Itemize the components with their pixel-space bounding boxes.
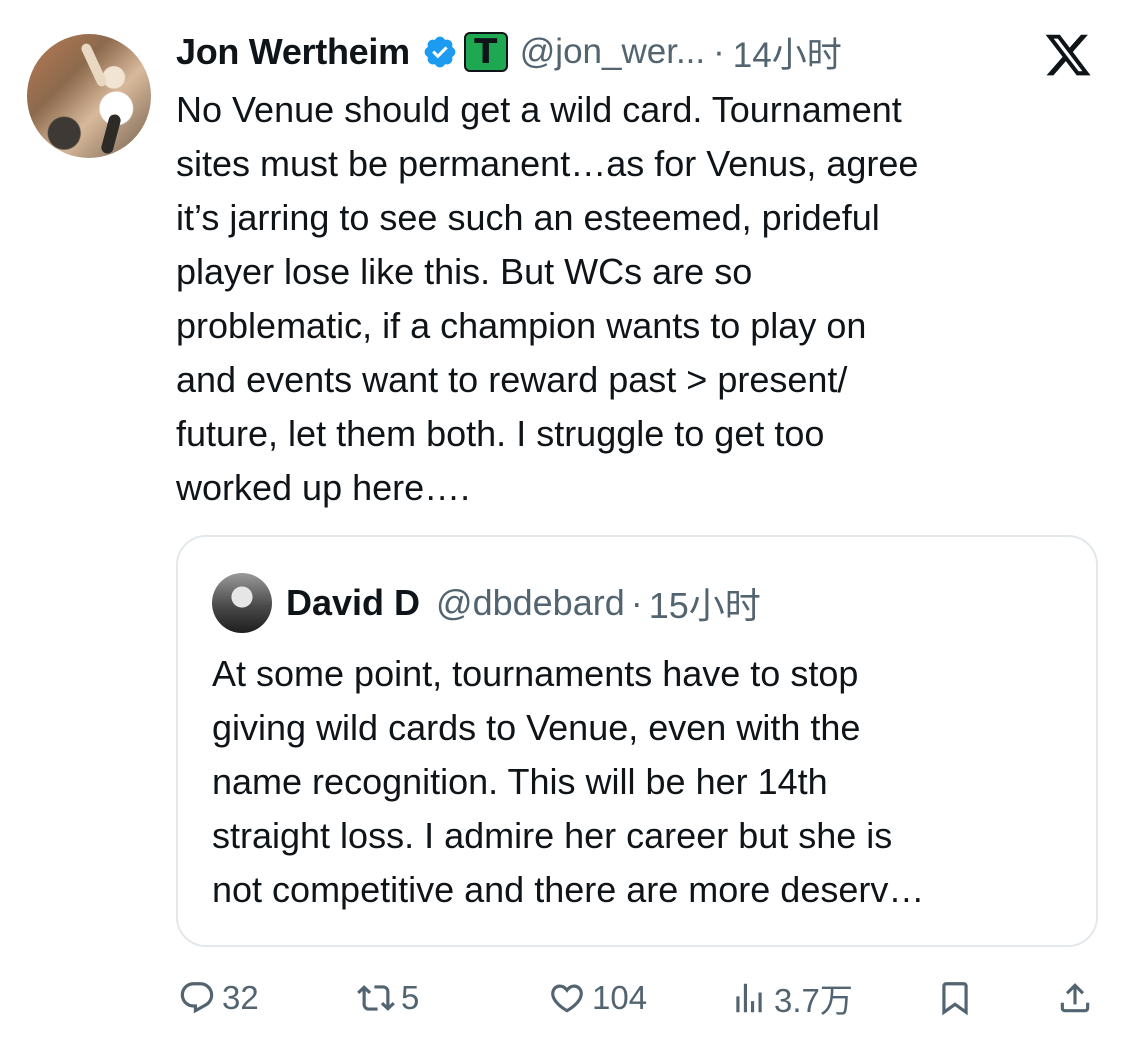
quoted-tweet-time: 15小时 xyxy=(648,585,761,626)
bookmark-button[interactable] xyxy=(936,975,974,1021)
action-bar: 32 5 104 3.7万 xyxy=(0,975,1125,1021)
reply-button[interactable]: 32 xyxy=(178,975,259,1021)
share-icon xyxy=(1060,983,1090,1013)
tweet-time[interactable]: 14小时 xyxy=(733,27,842,78)
header-separator: · xyxy=(713,32,725,71)
quoted-tweet-text: At some point, tournaments have to stop … xyxy=(212,653,925,910)
bookmark-icon xyxy=(942,982,968,1016)
reply-icon xyxy=(180,982,214,1014)
author-name[interactable]: Jon Wertheim xyxy=(176,31,410,73)
views-icon xyxy=(736,983,762,1013)
quoted-header-separator: · xyxy=(630,582,643,623)
quoted-author-avatar xyxy=(212,573,272,633)
affiliate-letter: T xyxy=(474,32,498,72)
avatar-figure-arm xyxy=(79,42,109,88)
author-handle[interactable]: @jon_wer... xyxy=(520,32,705,72)
quoted-author-handle: @dbdebard xyxy=(436,582,625,623)
reply-count: 32 xyxy=(222,979,259,1016)
x-logo-icon xyxy=(1045,34,1091,76)
like-button[interactable]: 104 xyxy=(548,975,647,1021)
like-count: 104 xyxy=(592,979,648,1016)
avatar-figure-leg xyxy=(100,113,122,155)
quoted-tweet[interactable]: David D @dbdebard · 15小时 At some point, … xyxy=(176,535,1098,947)
views-count: 3.7万 xyxy=(774,982,853,1019)
affiliate-badge-icon[interactable]: T xyxy=(463,32,508,72)
repost-icon xyxy=(357,985,395,1011)
repost-count: 5 xyxy=(401,979,420,1016)
repost-button[interactable]: 5 xyxy=(357,975,419,1021)
share-button[interactable] xyxy=(1056,975,1094,1021)
verified-badge-icon xyxy=(424,36,456,68)
like-icon xyxy=(551,984,583,1013)
quoted-author-name: David D xyxy=(286,582,421,623)
views-button[interactable]: 3.7万 xyxy=(730,975,853,1021)
tweet-text: No Venue should get a wild card. Tournam… xyxy=(176,89,919,508)
tweet-header: Jon Wertheim T @jon_wer... · 14小时 xyxy=(176,28,842,76)
author-avatar[interactable] xyxy=(27,34,151,158)
quoted-tweet-header: David D @dbdebard · 15小时 xyxy=(212,573,761,633)
